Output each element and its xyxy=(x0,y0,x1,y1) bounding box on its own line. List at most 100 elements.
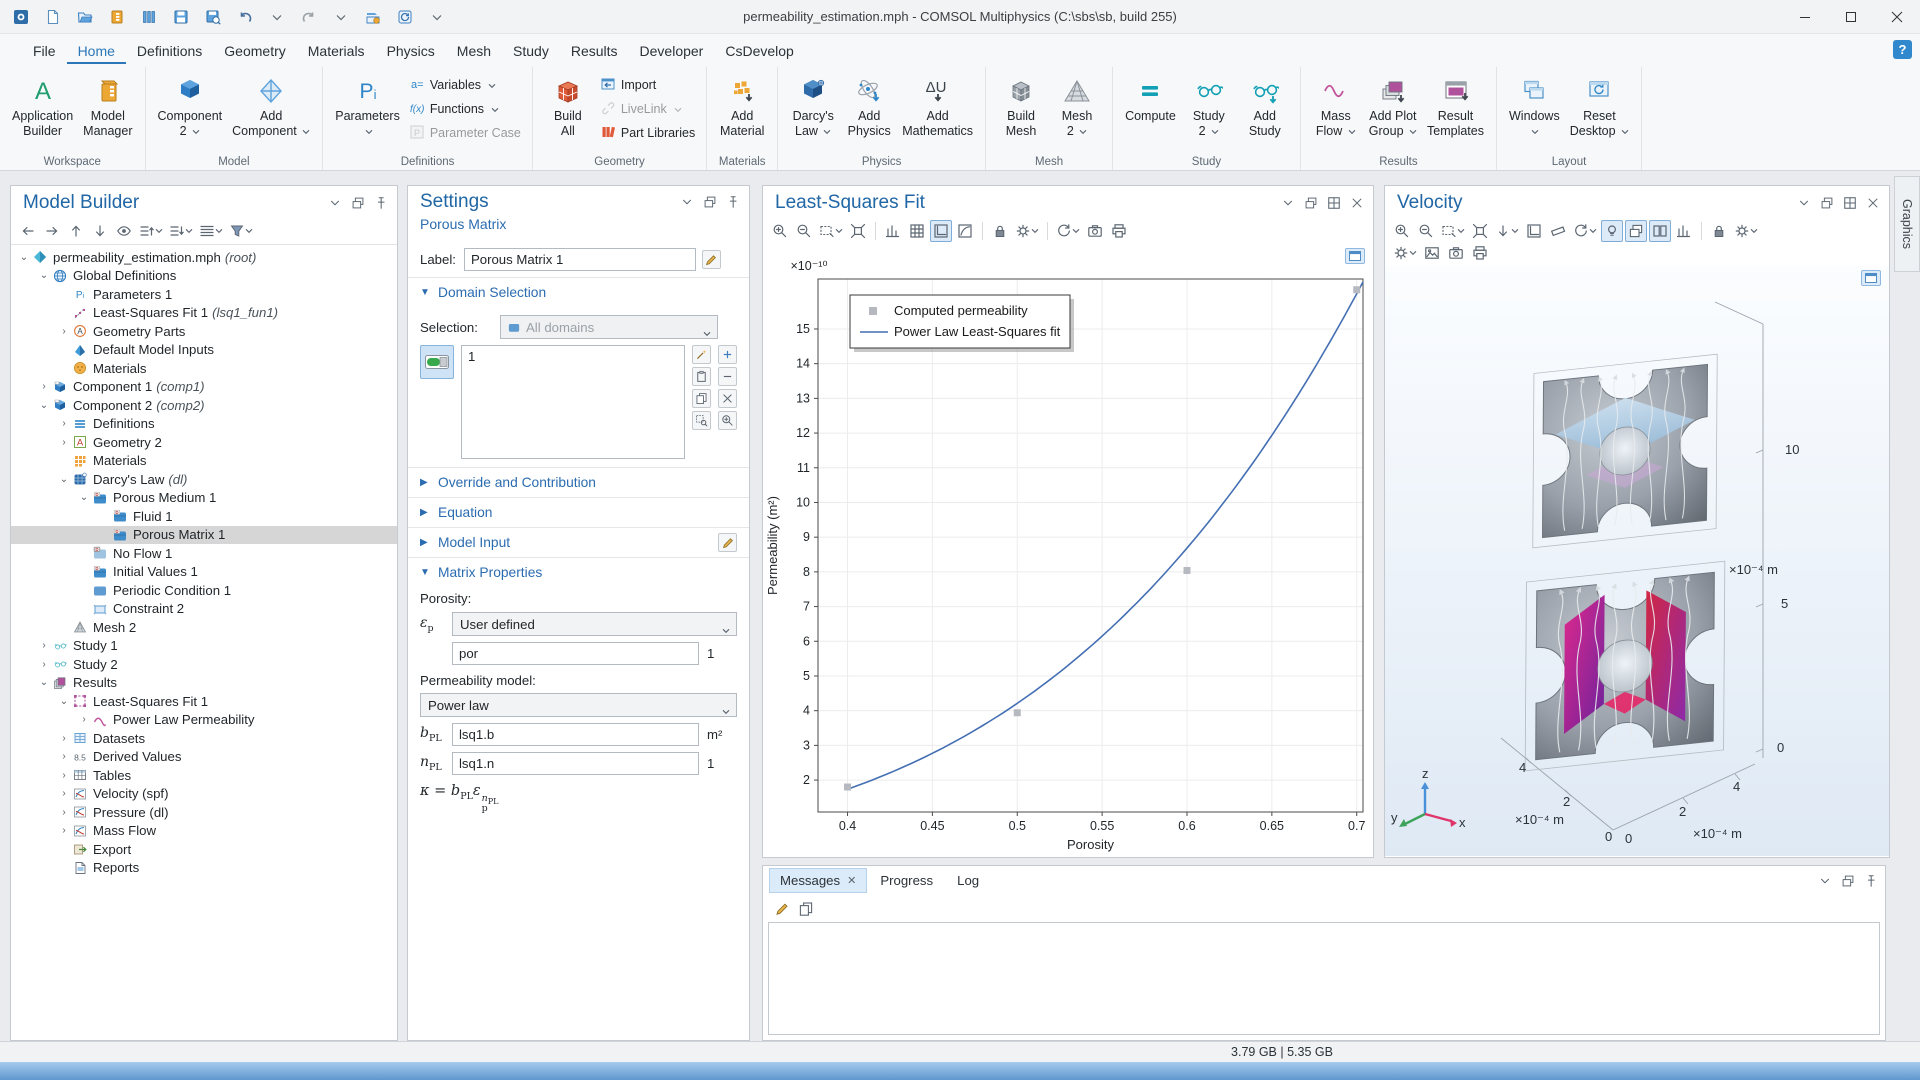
selection-wand-icon[interactable] xyxy=(692,345,711,364)
model-builder-arrow-d-icon[interactable] xyxy=(89,220,111,242)
velocity-zoom-in-icon[interactable] xyxy=(1391,220,1413,242)
panel-menu-icon[interactable] xyxy=(1796,195,1812,211)
tree-item-darcy-s-law[interactable]: ⌄ Darcy's Law (dl) xyxy=(11,470,397,489)
expand-arrow-icon[interactable]: › xyxy=(37,381,51,392)
plot-axbox-icon[interactable] xyxy=(930,220,952,242)
maximize-button[interactable] xyxy=(1828,0,1874,33)
tile-icon[interactable] xyxy=(1326,195,1342,211)
tree-item-study-2[interactable]: › Study 2 xyxy=(11,655,397,674)
menu-mesh[interactable]: Mesh xyxy=(446,37,502,64)
close-panel-icon[interactable] xyxy=(1865,195,1881,211)
velocity-refresh-icon[interactable] xyxy=(1571,220,1599,242)
tree-item-mesh-2[interactable]: Mesh 2 xyxy=(11,618,397,637)
selection-combo[interactable]: All domains xyxy=(500,315,718,339)
plot-print-icon[interactable] xyxy=(1108,220,1130,242)
save-icon[interactable] xyxy=(170,6,192,28)
tree-item-component-2[interactable]: ⌄ Component 2 (comp2) xyxy=(11,396,397,415)
ribbon-part-libraries[interactable]: Part Libraries xyxy=(600,123,695,143)
tree-item-results[interactable]: ⌄ Results xyxy=(11,674,397,693)
permeability-model-combo[interactable]: Power law xyxy=(420,693,737,717)
float-icon[interactable] xyxy=(350,195,366,211)
rename-button[interactable] xyxy=(701,250,721,269)
model-builder-eye-icon[interactable] xyxy=(113,220,135,242)
selection-minus-icon[interactable] xyxy=(718,367,737,386)
expand-arrow-icon[interactable]: › xyxy=(57,807,71,818)
new-file-icon[interactable] xyxy=(42,6,64,28)
expand-arrow-icon[interactable]: › xyxy=(57,825,71,836)
velocity-camera-icon[interactable] xyxy=(1445,242,1467,264)
tree-item-pressure-dl[interactable]: › Pressure (dl) xyxy=(11,803,397,822)
ribbon-mass-flow[interactable]: Mass Flow xyxy=(1308,73,1364,139)
expand-arrow-icon[interactable]: › xyxy=(57,437,71,448)
redo-icon[interactable] xyxy=(298,6,320,28)
ribbon-add-study[interactable]: Add Study xyxy=(1237,73,1293,139)
model-builder-list-icon[interactable] xyxy=(197,220,225,242)
velocity-gear-icon[interactable] xyxy=(1732,220,1760,242)
expand-arrow-icon[interactable]: › xyxy=(57,733,71,744)
collapse-arrow-icon[interactable]: ⌄ xyxy=(57,696,71,707)
selection-zoomsel-icon[interactable] xyxy=(692,411,711,430)
archive-icon[interactable] xyxy=(106,6,128,28)
menu-csdevelop[interactable]: CsDevelop xyxy=(714,37,804,64)
tree-item-study-1[interactable]: › Study 1 xyxy=(11,637,397,656)
plot-gear-icon[interactable] xyxy=(1013,220,1041,242)
tree-item-no-flow-1[interactable]: D No Flow 1 xyxy=(11,544,397,563)
selection-list[interactable]: 1 xyxy=(461,345,685,459)
expand-arrow-icon[interactable]: › xyxy=(57,418,71,429)
plot-refresh-icon[interactable] xyxy=(1054,220,1082,242)
messages-pencil-icon[interactable] xyxy=(771,898,793,920)
velocity-arrow-d2-icon[interactable] xyxy=(1493,220,1521,242)
velocity-floatw-icon[interactable] xyxy=(1625,220,1647,242)
expand-arrow-icon[interactable]: › xyxy=(37,659,51,670)
velocity-light-icon[interactable] xyxy=(1601,220,1623,242)
tree-item-export[interactable]: Export xyxy=(11,840,397,859)
velocity-axbox-icon[interactable] xyxy=(1523,220,1545,242)
selection-list-item[interactable]: 1 xyxy=(468,349,678,364)
minimize-button[interactable] xyxy=(1782,0,1828,33)
b-pl-input[interactable] xyxy=(452,723,699,746)
selection-plus-icon[interactable] xyxy=(718,345,737,364)
collapse-arrow-icon[interactable]: ⌄ xyxy=(17,252,31,263)
ribbon-import[interactable]: Import xyxy=(600,75,695,95)
ribbon-windows[interactable]: Windows xyxy=(1504,73,1565,139)
ribbon-component-2[interactable]: Component 2 xyxy=(153,73,228,139)
selection-zoom-in-icon[interactable] xyxy=(718,411,737,430)
ribbon-livelink[interactable]: LiveLink xyxy=(600,99,695,119)
panel-menu-icon[interactable] xyxy=(1817,873,1833,889)
ribbon-add-material[interactable]: Add Material xyxy=(714,73,770,139)
plot-axbox2-icon[interactable] xyxy=(954,220,976,242)
tree-item-porous-matrix-1[interactable]: D Porous Matrix 1 xyxy=(11,525,397,544)
velocity-zoom-box-icon[interactable] xyxy=(1439,220,1467,242)
tree-item-least-squares-fit-1[interactable]: ⌄ Least-Squares Fit 1 xyxy=(11,692,397,711)
velocity-lock-icon[interactable] xyxy=(1708,220,1730,242)
velocity-zoom-out-icon[interactable] xyxy=(1415,220,1437,242)
tree-item-component-1[interactable]: › Component 1 (comp1) xyxy=(11,378,397,397)
velocity-split-icon[interactable] xyxy=(1649,220,1671,242)
close-tab-icon[interactable]: ✕ xyxy=(847,874,856,887)
tab-messages[interactable]: Messages ✕ xyxy=(769,868,868,893)
plot-lock-icon[interactable] xyxy=(989,220,1011,242)
menu-home[interactable]: Home xyxy=(66,37,126,64)
collapse-arrow-icon[interactable]: ⌄ xyxy=(57,474,71,485)
dropdown-chevron-icon[interactable] xyxy=(330,6,352,28)
tree-item-power-law-permeability[interactable]: › Power Law Permeability xyxy=(11,711,397,730)
panel-menu-icon[interactable] xyxy=(1280,195,1296,211)
collapse-arrow-icon[interactable]: ⌄ xyxy=(37,677,51,688)
velocity-ruler-icon[interactable] xyxy=(1547,220,1569,242)
graphics-collapsed-tab[interactable]: Graphics xyxy=(1894,176,1920,272)
float-icon[interactable] xyxy=(702,194,718,210)
porosity-input[interactable] xyxy=(452,642,699,665)
tree-item-derived-values[interactable]: › 8.5 Derived Values xyxy=(11,748,397,767)
plot-extents-icon[interactable] xyxy=(847,220,869,242)
model-builder-arrow-r-icon[interactable] xyxy=(41,220,63,242)
model-builder-list-down-icon[interactable] xyxy=(167,220,195,242)
ribbon-add-mathematics[interactable]: ΔU Add Mathematics xyxy=(897,73,978,139)
plot-zoom-in-icon[interactable] xyxy=(769,220,791,242)
close-panel-icon[interactable] xyxy=(1349,195,1365,211)
dropdown-chevron-icon[interactable] xyxy=(426,6,448,28)
dropdown-chevron-icon[interactable] xyxy=(266,6,288,28)
help-icon[interactable]: ? xyxy=(1893,40,1912,59)
expand-arrow-icon[interactable]: › xyxy=(57,770,71,781)
tree-item-least-squares-fit-1[interactable]: Least-Squares Fit 1 (lsq1_fun1) xyxy=(11,304,397,323)
menu-geometry[interactable]: Geometry xyxy=(213,37,296,64)
